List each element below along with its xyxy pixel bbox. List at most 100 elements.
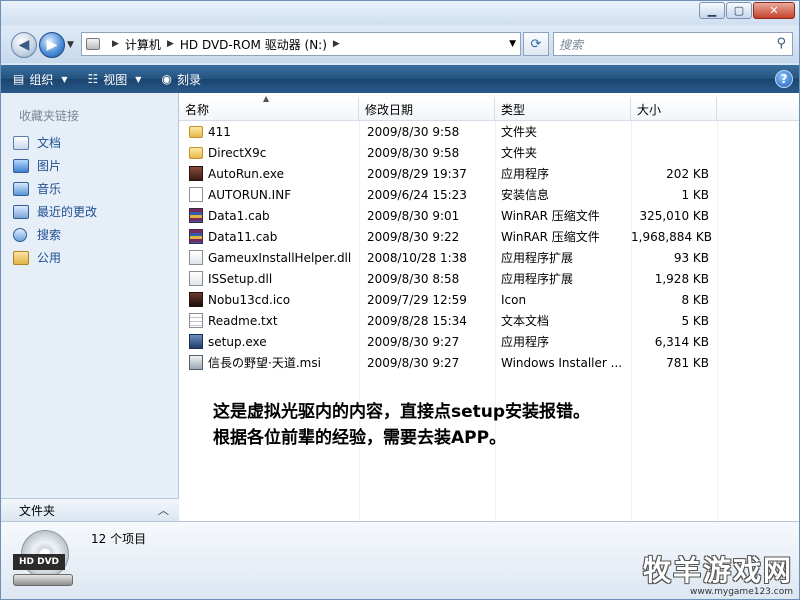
recent-pages-dropdown-icon[interactable]: ▼ — [67, 40, 74, 50]
file-type: 文件夹 — [501, 146, 538, 160]
file-type: Icon — [501, 292, 527, 307]
file-row[interactable]: setup.exe 2009/8/30 9:27 应用程序 6,314 KB — [179, 331, 719, 352]
column-header-label: 大小 — [637, 102, 662, 117]
chevron-right-icon[interactable]: ▶ — [333, 39, 340, 49]
file-rows: 411 2009/8/30 9:58 文件夹 DirectX9c 2009/8/30 9… — [179, 121, 719, 373]
sidebar-item-label: 最近的更改 — [37, 205, 98, 219]
search-placeholder: 搜索 — [559, 37, 584, 52]
minimize-button[interactable]: ▁ — [699, 2, 725, 19]
dll-file-icon — [189, 250, 203, 265]
file-row[interactable]: Nobu13cd.ico 2009/7/29 12:59 Icon 8 KB — [179, 289, 719, 310]
drive-label: HD DVD — [13, 554, 65, 570]
refresh-button[interactable]: ⟳ — [523, 32, 549, 56]
file-size: 202 KB — [666, 166, 709, 181]
file-row[interactable]: DirectX9c 2009/8/30 9:58 文件夹 — [179, 142, 719, 163]
ico-file-icon — [189, 292, 203, 307]
file-name-cell[interactable]: Data11.cab — [179, 229, 359, 244]
file-row[interactable]: ISSetup.dll 2009/8/30 8:58 应用程序扩展 1,928 KB — [179, 268, 719, 289]
file-name: setup.exe — [208, 334, 267, 349]
sidebar-item-public[interactable]: 公用 — [13, 246, 97, 269]
file-name: GameuxInstallHelper.dll — [208, 250, 352, 265]
search-icon[interactable]: ⚲ — [776, 36, 786, 51]
organize-button[interactable]: ▤ 组织 ▼ — [1, 65, 76, 93]
maximize-button[interactable]: ▢ — [726, 2, 752, 19]
column-header-name[interactable]: 名称 ▲ — [179, 94, 359, 121]
file-row[interactable]: Data11.cab 2009/8/30 9:22 WinRAR 压缩文件 1,968… — [179, 226, 719, 247]
chevron-right-icon[interactable]: ▶ — [112, 39, 119, 49]
file-name-cell[interactable]: GameuxInstallHelper.dll — [179, 250, 359, 265]
setup-file-icon — [189, 334, 203, 349]
folder-file-icon — [189, 146, 203, 159]
watermark-url: www.mygame123.com — [689, 587, 793, 597]
file-type: WinRAR 压缩文件 — [501, 209, 600, 223]
help-button[interactable]: ? — [775, 70, 793, 88]
computer-icon — [86, 38, 100, 50]
address-dropdown-icon[interactable]: ▼ — [509, 39, 516, 49]
file-row[interactable]: AutoRun.exe 2009/8/29 19:37 应用程序 202 KB — [179, 163, 719, 184]
file-date: 2009/8/29 19:37 — [367, 166, 467, 181]
sidebar-item-label: 图片 — [37, 159, 62, 173]
file-name: 411 — [208, 124, 231, 139]
file-row[interactable]: Readme.txt 2009/8/28 15:34 文本文档 5 KB — [179, 310, 719, 331]
sidebar-item-documents[interactable]: 文档 — [13, 131, 97, 154]
file-name-cell[interactable]: ISSetup.dll — [179, 271, 359, 286]
breadcrumb-drive[interactable]: HD DVD-ROM 驱动器 (N:) — [180, 36, 327, 53]
file-name-cell[interactable]: AUTORUN.INF — [179, 187, 359, 202]
drive-tray-icon — [13, 574, 73, 586]
file-type: 安装信息 — [501, 188, 550, 202]
views-label: 视图 — [103, 72, 128, 87]
file-row[interactable]: AUTORUN.INF 2009/6/24 15:23 安装信息 1 KB — [179, 184, 719, 205]
views-button[interactable]: ☷ 视图 ▼ — [76, 65, 150, 93]
file-date: 2009/8/28 15:34 — [367, 313, 467, 328]
folders-toggle[interactable]: 文件夹 ︿ — [1, 498, 179, 521]
column-header-date[interactable]: 修改日期 — [359, 97, 495, 121]
sidebar-item-label: 公用 — [37, 251, 62, 265]
back-arrow-icon: ◀ — [18, 37, 30, 53]
file-type: 文本文档 — [501, 314, 550, 328]
column-header-type[interactable]: 类型 — [495, 97, 631, 121]
search-input[interactable]: 搜索 ⚲ — [553, 32, 793, 56]
favorite-links-list: 文档 图片 音乐 最近的更改 搜索 公用 — [13, 131, 97, 269]
sidebar-item-recent-changes[interactable]: 最近的更改 — [13, 200, 97, 223]
file-size: 6,314 KB — [654, 334, 709, 349]
close-button[interactable]: ✕ — [753, 2, 795, 19]
forward-arrow-icon: ▶ — [46, 37, 58, 53]
refresh-icon: ⟳ — [530, 36, 542, 52]
burn-button[interactable]: ◉ 刻录 — [149, 65, 209, 93]
file-name: Readme.txt — [208, 313, 278, 328]
file-name-cell[interactable]: Nobu13cd.ico — [179, 292, 359, 307]
file-name: AutoRun.exe — [208, 166, 284, 181]
file-name-cell[interactable]: 信長の野望·天道.msi — [179, 354, 359, 371]
column-header-label: 修改日期 — [365, 102, 414, 117]
file-name: DirectX9c — [208, 145, 267, 160]
address-row: ◀ ▶ ▼ ▶ 计算机 ▶ HD DVD-ROM 驱动器 (N:) ▶ ▼ ⟳ … — [1, 27, 799, 63]
command-bar: ▤ 组织 ▼ ☷ 视图 ▼ ◉ 刻录 ? — [1, 65, 799, 93]
file-name-cell[interactable]: AutoRun.exe — [179, 166, 359, 181]
forward-button[interactable]: ▶ — [39, 32, 65, 58]
file-name-cell[interactable]: 411 — [179, 125, 359, 139]
file-row[interactable]: GameuxInstallHelper.dll 2008/10/28 1:38 应用… — [179, 247, 719, 268]
item-count: 12 个项目 — [91, 532, 147, 546]
file-name-cell[interactable]: DirectX9c — [179, 146, 359, 160]
window-controls: ▁ ▢ ✕ — [698, 2, 795, 19]
file-row[interactable]: 信長の野望·天道.msi 2009/8/30 9:27 Windows Instal… — [179, 352, 719, 373]
sidebar-item-music[interactable]: 音乐 — [13, 177, 97, 200]
file-type: WinRAR 压缩文件 — [501, 230, 600, 244]
column-header-size[interactable]: 大小 — [631, 97, 717, 121]
file-row[interactable]: Data1.cab 2009/8/30 9:01 WinRAR 压缩文件 325,01… — [179, 205, 719, 226]
address-bar[interactable]: ▶ 计算机 ▶ HD DVD-ROM 驱动器 (N:) ▶ ▼ — [81, 32, 521, 56]
sidebar-item-label: 音乐 — [37, 182, 62, 196]
file-name-cell[interactable]: Readme.txt — [179, 313, 359, 328]
file-row[interactable]: 411 2009/8/30 9:58 文件夹 — [179, 121, 719, 142]
breadcrumb-computer[interactable]: 计算机 — [125, 36, 161, 53]
sidebar-item-searches[interactable]: 搜索 — [13, 223, 97, 246]
file-size: 781 KB — [666, 355, 709, 370]
file-name-cell[interactable]: setup.exe — [179, 334, 359, 349]
file-list: 名称 ▲ 修改日期 类型 大小 411 2009/8/30 9:58 文件夹 Dire… — [179, 93, 799, 521]
back-button[interactable]: ◀ — [11, 32, 37, 58]
file-name-cell[interactable]: Data1.cab — [179, 208, 359, 223]
navigation-pane: 收藏夹链接 文档 图片 音乐 最近的更改 搜索 公用 文件夹 ︿ — [1, 93, 179, 521]
chevron-right-icon[interactable]: ▶ — [167, 39, 174, 49]
sidebar-item-pictures[interactable]: 图片 — [13, 154, 97, 177]
title-bar: ▁ ▢ ✕ — [1, 1, 799, 25]
